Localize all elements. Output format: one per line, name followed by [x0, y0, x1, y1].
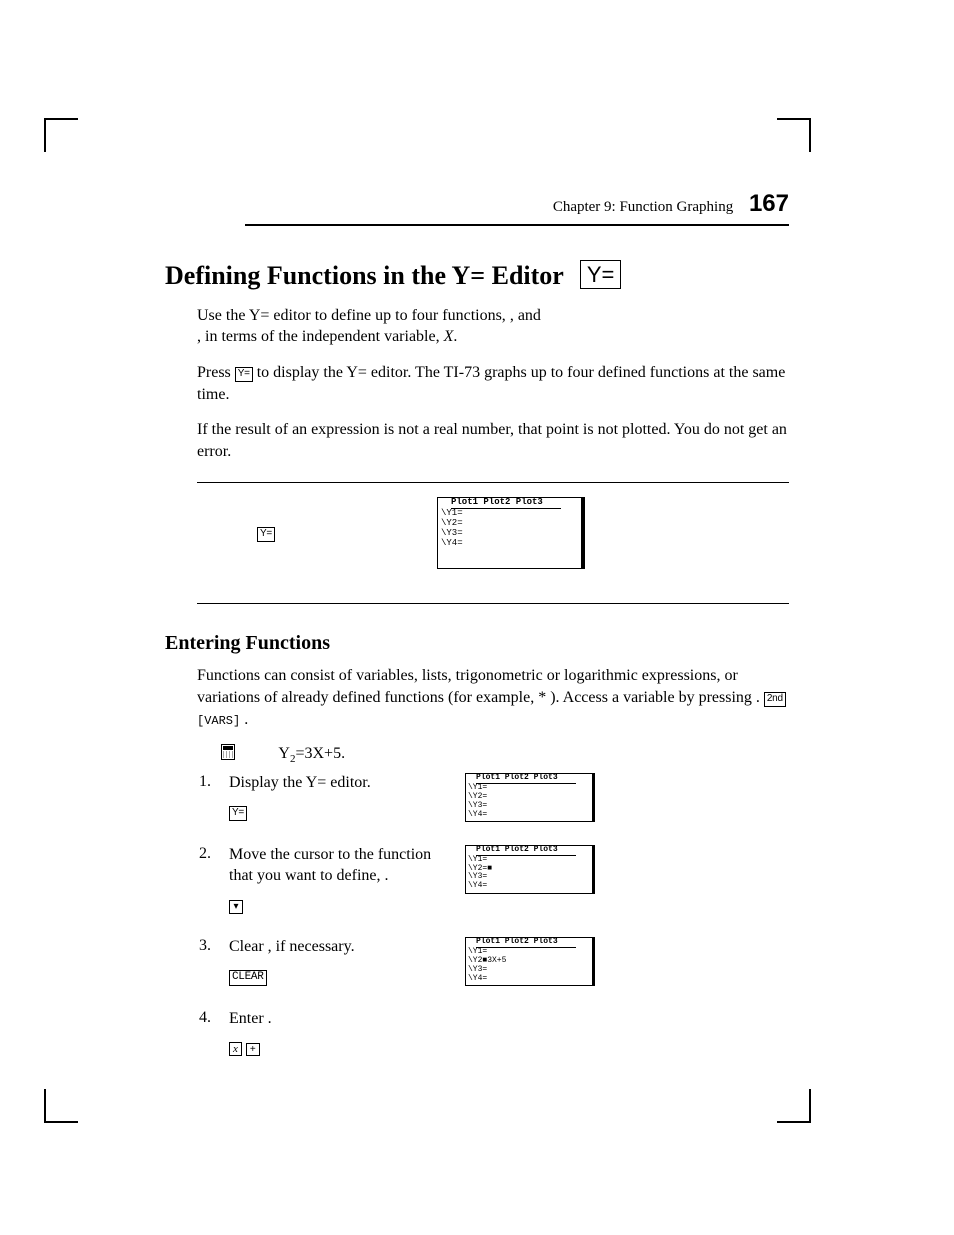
y-equals-keycap-large: Y=	[580, 260, 622, 289]
entering-paragraph: Functions can consist of variables, list…	[197, 665, 789, 730]
running-header: Chapter 9: Function Graphing 167	[245, 190, 789, 226]
y-lines: \Y1= \Y2= \Y3= \Y4=	[441, 509, 578, 549]
step-number: 3.	[197, 937, 229, 987]
clear-keycap: CLEAR	[229, 970, 267, 986]
plot-header: Plot1 Plot2 Plot3	[451, 498, 561, 509]
example-block-1: Y= Plot1 Plot2 Plot3 \Y1= \Y2= \Y3= \Y4=	[197, 482, 789, 604]
intro-paragraph-2: Press Y= to display the Y= editor. The T…	[197, 362, 789, 405]
chapter-label: Chapter 9: Function Graphing	[553, 199, 733, 215]
step-text: Clear , if necessary.	[229, 938, 355, 955]
y-equals-keycap-step1: Y=	[229, 806, 247, 821]
step-4: 4. Enter . x +	[197, 1009, 789, 1059]
y-equals-keycap-example: Y=	[257, 527, 275, 542]
subsection-title: Entering Functions	[165, 632, 789, 655]
calculator-screen-step1: Plot1 Plot2 Plot3 \Y1= \Y2= \Y3= \Y4=	[465, 773, 595, 822]
steps-container: Y2=3X+5. 1. Display the Y= editor. Y= Pl…	[197, 744, 789, 1058]
step-text: Enter .	[229, 1010, 272, 1027]
second-keycap: 2nd	[764, 692, 786, 707]
step-number: 1.	[197, 773, 229, 823]
plus-keycap: +	[246, 1043, 260, 1057]
intro-paragraph-3: If the result of an expression is not a …	[197, 419, 789, 462]
step-number: 4.	[197, 1009, 229, 1059]
step-2: 2. Move the cursor to the function that …	[197, 845, 789, 915]
calculator-icon	[221, 744, 235, 760]
page-number: 167	[749, 190, 789, 217]
x-keycap: x	[229, 1042, 242, 1056]
example-define-label: Y2=3X+5.	[277, 744, 789, 765]
step-text: Display the Y= editor.	[229, 774, 371, 791]
down-arrow-keycap: ▾	[229, 900, 243, 914]
calculator-screen-1: Plot1 Plot2 Plot3 \Y1= \Y2= \Y3= \Y4=	[437, 497, 585, 569]
calculator-screen-step3: Plot1 Plot2 Plot3 \Y1= \Y2■3X+5 \Y3= \Y4…	[465, 937, 595, 986]
calculator-screen-step2: Plot1 Plot2 Plot3 \Y1= \Y2=■ \Y3= \Y4=	[465, 845, 595, 894]
section-title: Defining Functions in the Y= Editor Y=	[165, 260, 789, 291]
step-3: 3. Clear , if necessary. CLEAR Plot1 Plo…	[197, 937, 789, 987]
vars-bracket: [VARS]	[197, 714, 240, 728]
intro-paragraph-1: Use the Y= editor to define up to four f…	[197, 305, 789, 348]
step-text: Move the cursor to the function that you…	[229, 846, 431, 884]
step-1: 1. Display the Y= editor. Y= Plot1 Plot2…	[197, 773, 789, 823]
y-equals-keycap: Y=	[235, 367, 253, 382]
step-number: 2.	[197, 845, 229, 915]
